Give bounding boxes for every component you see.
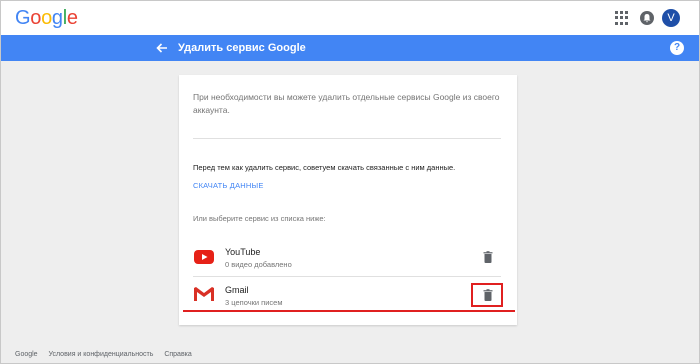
footer-link-terms[interactable]: Условия и конфиденциальность xyxy=(49,351,154,358)
help-icon[interactable]: ? xyxy=(670,41,684,55)
footer-link-help[interactable]: Справка xyxy=(164,351,191,358)
service-name: Gmail xyxy=(225,285,249,295)
delete-service-card: При необходимости вы можете удалить отде… xyxy=(179,75,517,325)
service-row-gmail: Gmail 3 цепочки писем xyxy=(179,278,517,314)
choose-service-label: Или выберите сервис из списка ниже: xyxy=(193,214,326,223)
service-detail: 3 цепочки писем xyxy=(225,298,283,307)
page-header-bar: Удалить сервис Google ? xyxy=(1,35,699,61)
service-row-youtube: YouTube 0 видео добавлено xyxy=(179,239,517,275)
logo-letter-e: e xyxy=(66,7,78,29)
trash-icon[interactable] xyxy=(481,250,495,264)
download-data-link[interactable]: СКАЧАТЬ ДАННЫЕ xyxy=(193,181,264,190)
footer: Google Условия и конфиденциальность Спра… xyxy=(15,351,201,358)
intro-text: При необходимости вы можете удалить отде… xyxy=(193,92,500,115)
youtube-icon xyxy=(193,249,215,265)
service-detail: 0 видео добавлено xyxy=(225,260,292,269)
back-arrow-icon[interactable] xyxy=(155,41,169,55)
annotation-underline xyxy=(183,310,515,312)
top-bar: Google V xyxy=(1,1,699,35)
google-logo[interactable]: Google xyxy=(15,6,78,30)
download-advice-text: Перед тем как удалить сервис, советуем с… xyxy=(193,163,456,172)
logo-letter-o1: o xyxy=(30,7,42,29)
apps-grid-icon[interactable] xyxy=(615,11,629,25)
bell-icon[interactable] xyxy=(640,11,654,25)
gmail-icon xyxy=(193,286,215,302)
divider xyxy=(193,276,501,277)
logo-letter-g: G xyxy=(15,7,31,29)
divider xyxy=(193,138,501,139)
annotation-highlight-box xyxy=(471,283,503,307)
footer-link-google[interactable]: Google xyxy=(15,351,38,358)
service-name: YouTube xyxy=(225,247,261,257)
logo-letter-g2: g xyxy=(51,7,63,29)
page-title: Удалить сервис Google xyxy=(178,42,306,54)
logo-letter-o2: o xyxy=(41,7,52,29)
account-avatar[interactable]: V xyxy=(662,9,680,27)
